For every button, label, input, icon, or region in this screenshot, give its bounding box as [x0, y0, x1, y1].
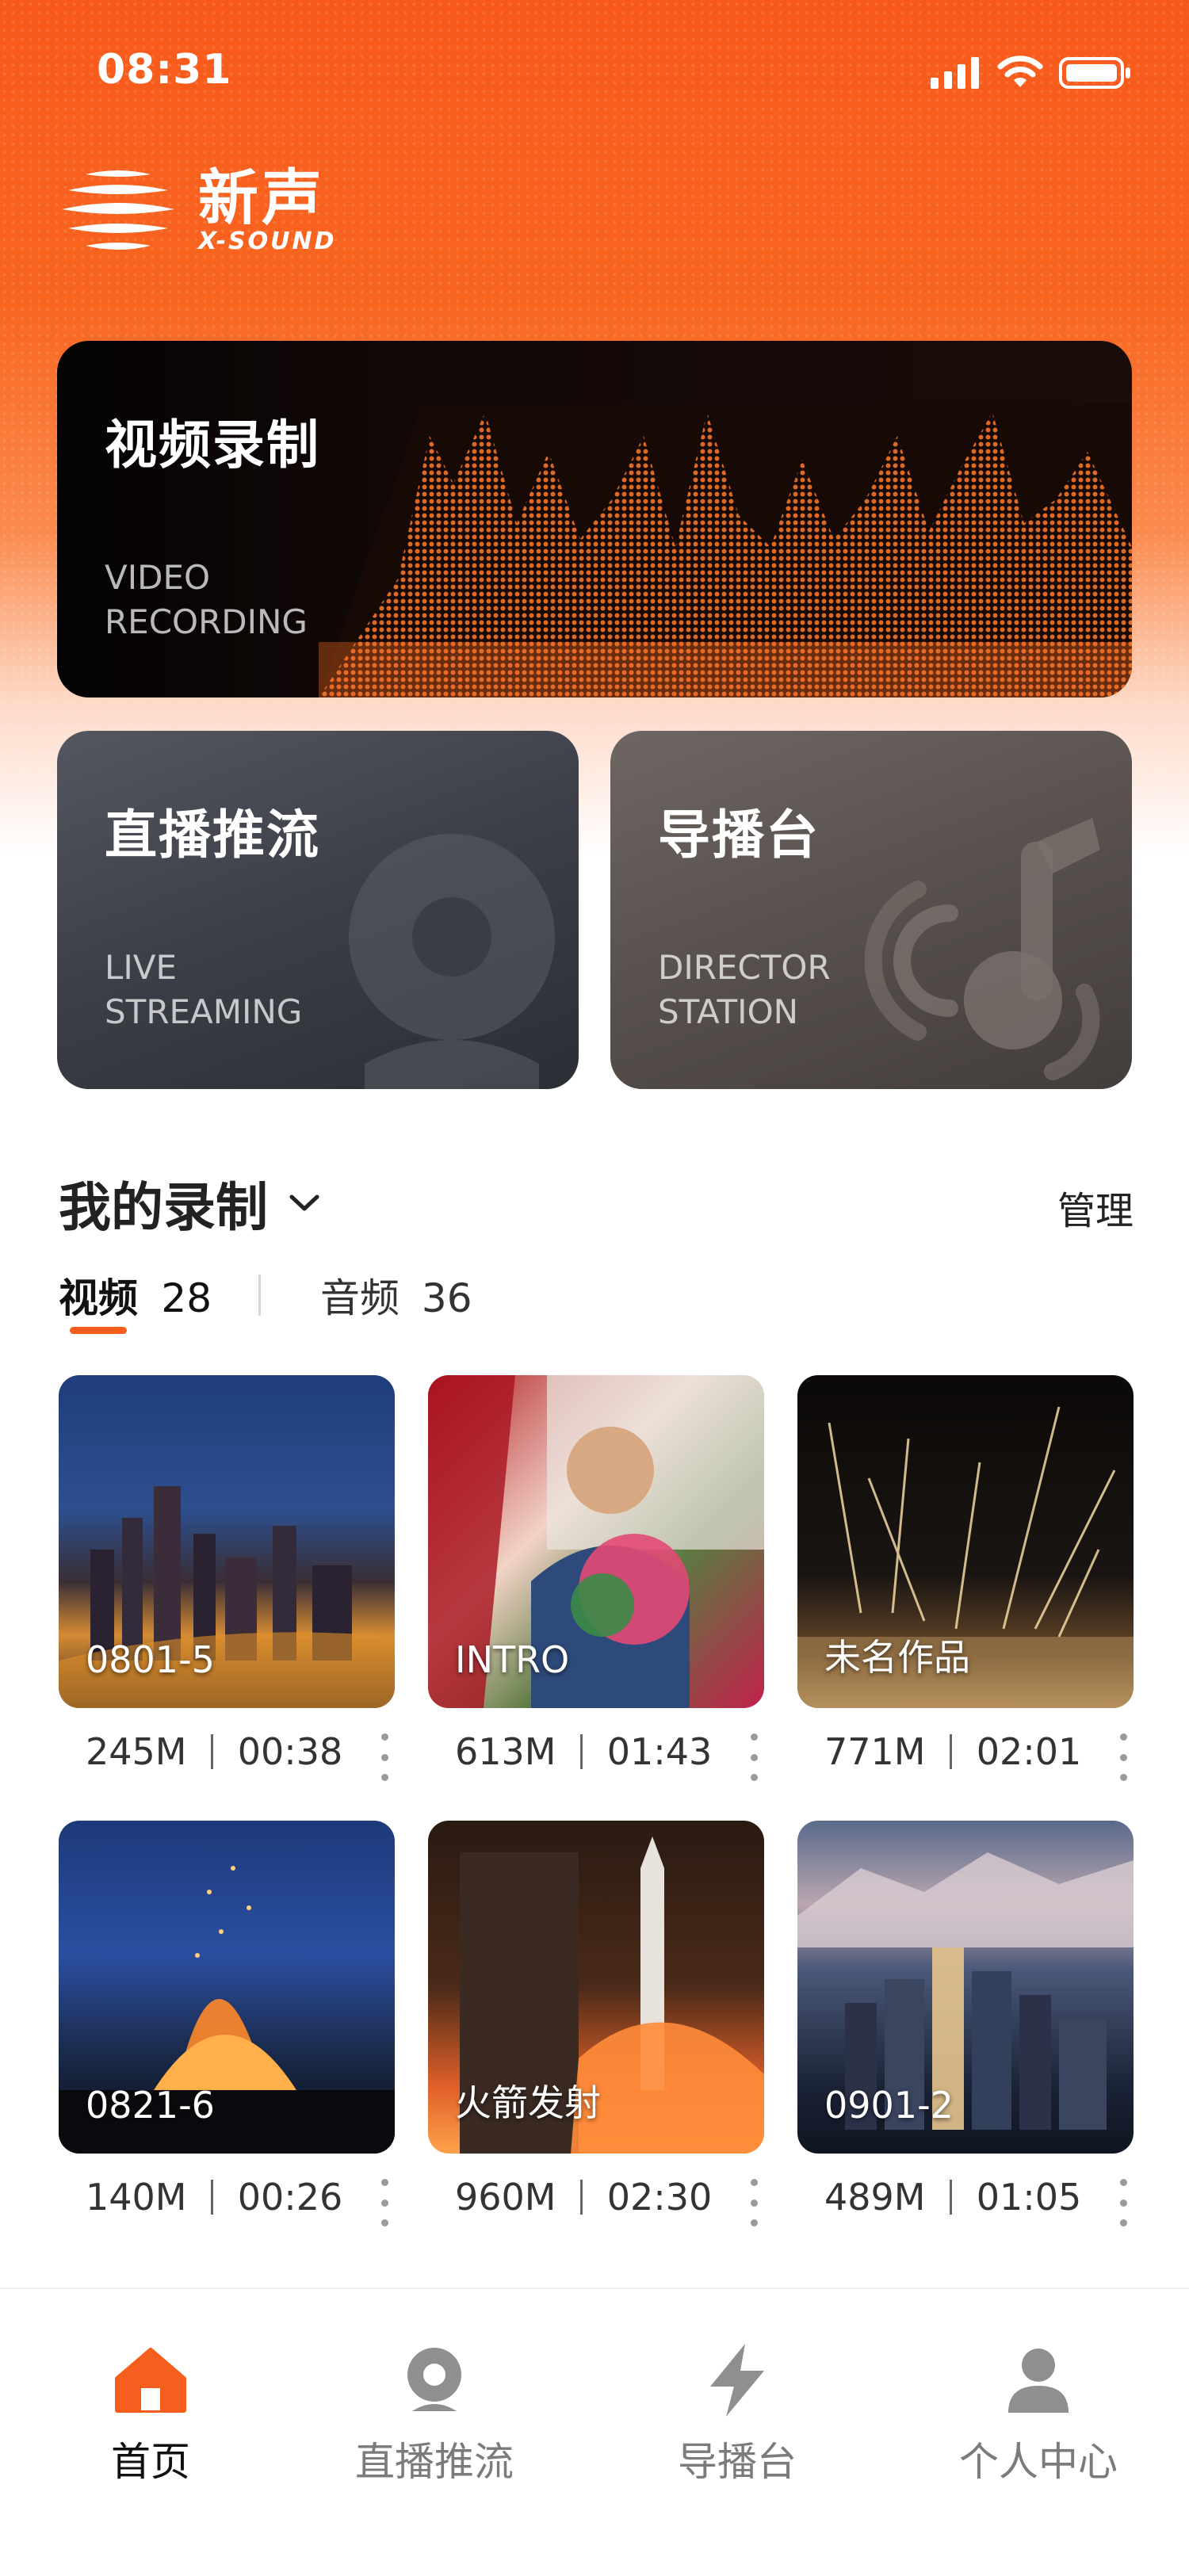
home-icon — [115, 2348, 186, 2413]
tab-video[interactable]: 视频 28 — [59, 1267, 212, 1324]
more-options-icon[interactable] — [1111, 2179, 1135, 2226]
recording-name: 火箭发射 — [455, 2081, 601, 2124]
battery-icon — [1059, 57, 1130, 89]
director-station-card[interactable]: 导播台 DIRECTOR STATION — [610, 731, 1132, 1089]
tab-audio-label: 音频 — [320, 1275, 400, 1321]
chevron-down-icon — [289, 1194, 319, 1211]
recording-duration: 00:26 — [237, 2176, 343, 2219]
video-recording-card[interactable]: 视频录制 VIDEO RECORDING — [57, 341, 1132, 698]
nav-home-label: 首页 — [111, 2439, 190, 2485]
signal-icon — [931, 57, 979, 89]
more-options-icon[interactable] — [1111, 1733, 1135, 1781]
meta-separator — [950, 1734, 953, 1769]
live-streaming-title: 直播推流 — [105, 805, 320, 866]
more-options-icon[interactable] — [373, 1733, 396, 1781]
app-logo: 新声 X-SOUND — [62, 166, 337, 255]
nav-director-station[interactable]: 导播台 — [634, 2337, 840, 2487]
more-options-icon[interactable] — [742, 1733, 766, 1781]
tab-video-count: 28 — [161, 1275, 212, 1321]
recording-thumbnail[interactable]: INTRO — [428, 1375, 764, 1708]
webcam-graphic-icon — [349, 834, 555, 1089]
bottom-tab-bar: 首页 直播推流 导播台 个人中心 — [0, 2287, 1189, 2576]
live-streaming-card[interactable]: 直播推流 LIVE STREAMING — [57, 731, 579, 1089]
recording-duration: 00:38 — [237, 1730, 343, 1773]
more-options-icon[interactable] — [373, 2179, 396, 2226]
brand-subtitle: X-SOUND — [198, 227, 337, 255]
music-note-graphic-icon — [864, 818, 1100, 1080]
sound-wave-logo-icon — [62, 170, 174, 250]
my-recordings-header: 我的录制 管理 — [59, 1165, 1134, 1238]
nav-profile[interactable]: 个人中心 — [935, 2337, 1141, 2487]
nav-profile-label: 个人中心 — [959, 2439, 1118, 2485]
recording-duration: 02:30 — [606, 2176, 713, 2219]
recording-thumbnail[interactable]: 0821-6 — [59, 1821, 395, 2154]
meta-separator — [580, 2180, 583, 2215]
tab-audio-count: 36 — [421, 1275, 472, 1321]
lightning-icon — [710, 2344, 764, 2417]
live-streaming-subtitle-2: STREAMING — [105, 992, 303, 1031]
status-time: 08:31 — [97, 46, 232, 94]
recording-name: 0801-5 — [86, 1638, 215, 1681]
recording-meta: 960M 02:30 — [455, 2176, 712, 2219]
waveform-graphic — [319, 404, 1132, 698]
meta-separator — [580, 1734, 583, 1769]
tab-video-label: 视频 — [59, 1275, 138, 1321]
active-tab-indicator — [70, 1327, 127, 1334]
status-bar: 08:31 — [0, 0, 1189, 111]
meta-separator — [950, 2180, 953, 2215]
recording-meta: 245M 00:38 — [86, 1730, 342, 1773]
recording-meta: 613M 01:43 — [455, 1730, 712, 1773]
meta-separator — [211, 1734, 214, 1769]
webcam-icon — [407, 2348, 461, 2411]
recording-meta: 771M 02:01 — [824, 1730, 1081, 1773]
nav-home[interactable]: 首页 — [48, 2337, 254, 2487]
recording-thumbnail[interactable]: 火箭发射 — [428, 1821, 764, 2154]
director-station-subtitle-1: DIRECTOR — [658, 948, 831, 987]
director-station-title: 导播台 — [658, 805, 820, 866]
media-type-tabs: 视频 28 音频 36 — [59, 1267, 614, 1346]
manage-button[interactable]: 管理 — [1057, 1179, 1134, 1235]
video-recording-subtitle-2: RECORDING — [105, 602, 308, 641]
user-icon — [1008, 2349, 1069, 2413]
nav-live-streaming[interactable]: 直播推流 — [331, 2337, 537, 2487]
recording-thumbnail[interactable]: 未名作品 — [797, 1375, 1134, 1708]
recording-size: 613M — [455, 1730, 556, 1773]
recording-size: 140M — [86, 2176, 187, 2219]
recording-name: INTRO — [455, 1638, 570, 1681]
tab-divider — [258, 1275, 261, 1316]
tab-audio[interactable]: 音频 36 — [320, 1267, 472, 1324]
wifi-icon — [997, 55, 1043, 87]
recording-size: 960M — [455, 2176, 556, 2219]
recording-size: 771M — [824, 1730, 926, 1773]
status-icons — [931, 55, 1132, 90]
meta-separator — [211, 2180, 214, 2215]
video-recording-title: 视频录制 — [105, 415, 320, 476]
video-recording-subtitle-1: VIDEO — [105, 558, 211, 597]
brand-name: 新声 — [198, 162, 325, 233]
nav-director-station-label: 导播台 — [678, 2439, 797, 2485]
recording-thumbnail[interactable]: 0901-2 — [797, 1821, 1134, 2154]
my-recordings-title: 我的录制 — [59, 1177, 268, 1238]
nav-live-streaming-label: 直播推流 — [355, 2439, 514, 2485]
recording-thumbnail[interactable]: 0801-5 — [59, 1375, 395, 1708]
live-streaming-subtitle-1: LIVE — [105, 948, 178, 987]
more-options-icon[interactable] — [742, 2179, 766, 2226]
recording-name: 0901-2 — [824, 2084, 954, 2127]
director-station-subtitle-2: STATION — [658, 992, 799, 1031]
recording-name: 0821-6 — [86, 2084, 215, 2127]
recording-duration: 01:05 — [976, 2176, 1082, 2219]
my-recordings-dropdown[interactable]: 我的录制 — [59, 1165, 320, 1241]
recording-size: 245M — [86, 1730, 187, 1773]
recording-size: 489M — [824, 2176, 926, 2219]
recording-name: 未名作品 — [824, 1636, 970, 1679]
recording-duration: 01:43 — [606, 1730, 713, 1773]
recording-meta: 140M 00:26 — [86, 2176, 342, 2219]
recording-meta: 489M 01:05 — [824, 2176, 1081, 2219]
recording-duration: 02:01 — [976, 1730, 1082, 1773]
